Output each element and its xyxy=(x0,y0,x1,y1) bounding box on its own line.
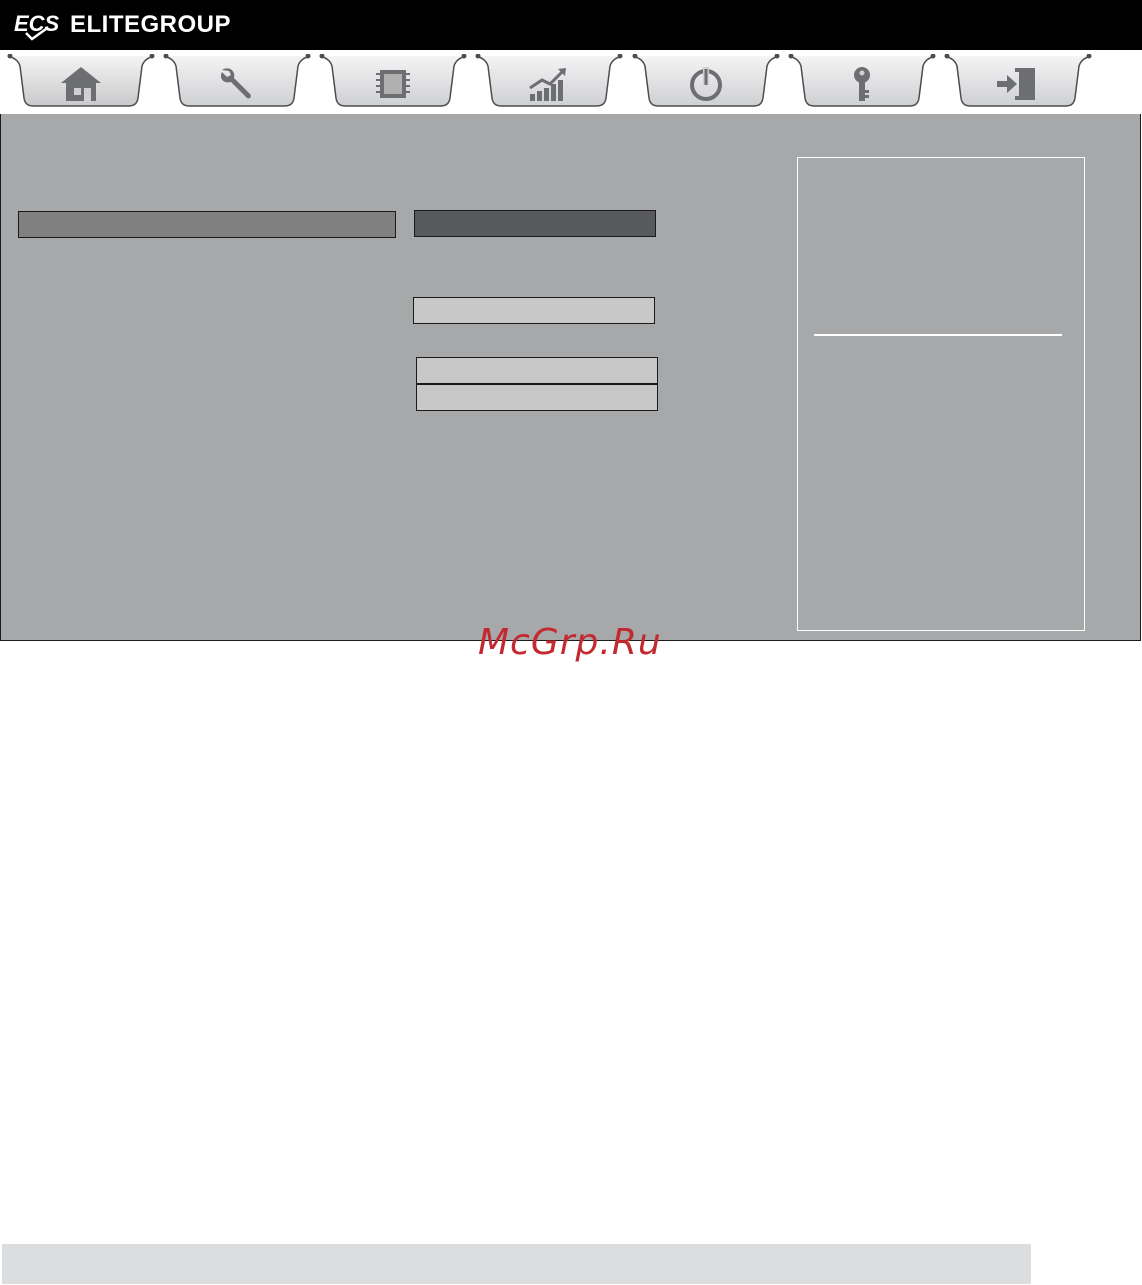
value-field-1[interactable] xyxy=(413,297,655,324)
tab-performance[interactable] xyxy=(474,54,624,112)
tab-chipset[interactable] xyxy=(318,54,468,112)
ecs-logo: ECS ELITEGROUP xyxy=(12,5,231,45)
tab-security[interactable] xyxy=(787,54,937,112)
key-icon xyxy=(837,64,887,104)
tab-main[interactable] xyxy=(6,54,156,112)
home-icon xyxy=(56,64,106,104)
header-bar: ECS ELITEGROUP xyxy=(0,0,1142,50)
tab-strip xyxy=(0,50,1142,114)
watermark-text: McGrp.Ru xyxy=(478,622,662,663)
help-divider xyxy=(814,334,1062,336)
wrench-icon xyxy=(212,64,262,104)
section-header-bar xyxy=(18,211,396,238)
tab-advanced[interactable] xyxy=(162,54,312,112)
chart-up-icon xyxy=(524,64,574,104)
value-field-2[interactable] xyxy=(416,357,658,384)
svg-text:ECS: ECS xyxy=(14,11,60,36)
power-icon xyxy=(681,64,731,104)
exit-door-icon xyxy=(993,64,1043,104)
tab-exit[interactable] xyxy=(943,54,1093,112)
value-field-3[interactable] xyxy=(416,384,658,411)
brand-name: ELITEGROUP xyxy=(70,11,232,38)
help-panel xyxy=(797,157,1085,631)
footer-bar xyxy=(2,1244,1031,1284)
ecs-logo-icon: ECS xyxy=(14,11,60,41)
selected-value-field[interactable] xyxy=(414,210,656,237)
tab-power[interactable] xyxy=(631,54,781,112)
main-panel xyxy=(0,114,1141,641)
chip-icon xyxy=(368,64,418,104)
